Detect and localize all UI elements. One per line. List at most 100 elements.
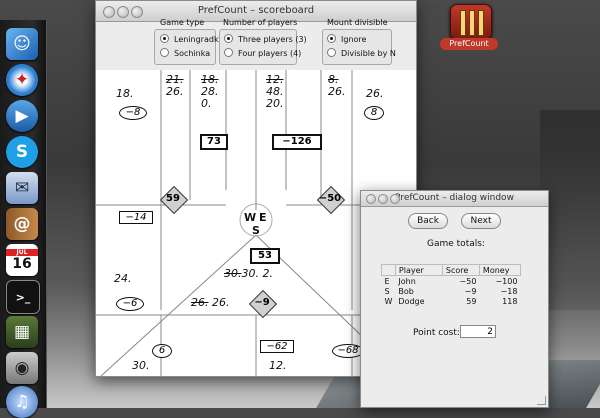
row-score: −50 — [459, 276, 477, 286]
address-book-icon[interactable]: @ — [6, 208, 38, 240]
west-score-1: 18. — [116, 87, 134, 100]
radio-divisible[interactable]: Divisible by N — [327, 48, 396, 58]
diamond-value: 59 — [166, 193, 180, 204]
mount-title: Mount divisible — [327, 18, 388, 27]
row-money: −18 — [500, 286, 518, 296]
header-money: Money — [478, 264, 521, 276]
row-money: 118 — [502, 296, 518, 306]
totals-table: Player Score Money E John −50 −100 S Bob… — [381, 264, 521, 306]
south-pool-row: 26. 26. — [191, 296, 230, 309]
south-mount-rest: 30. 2. — [241, 267, 274, 280]
zoom-button[interactable] — [390, 194, 400, 204]
table-row: E John −50 −100 — [382, 276, 521, 287]
players-title: Number of players — [223, 18, 298, 27]
game-type-title: Game type — [160, 18, 205, 27]
south-mount-row: 30.30. 2. — [224, 267, 273, 280]
calendar-month: JUL — [6, 248, 38, 256]
radio-empty-icon — [224, 48, 233, 57]
terminal-icon[interactable]: >_ — [6, 280, 40, 314]
iphoto-icon[interactable]: ◉ — [6, 352, 38, 384]
south-pool-rest: 26. — [212, 296, 230, 309]
south-left-oval: −6 — [116, 297, 144, 311]
south-left-value: 24. — [114, 272, 132, 285]
zoom-button[interactable] — [131, 6, 143, 18]
east-mount-box: −126 — [272, 134, 322, 150]
radio-selected-icon — [327, 34, 336, 43]
radio-empty-icon — [327, 48, 336, 57]
close-button[interactable] — [366, 194, 376, 204]
dock: ☺ ✦ ▶ S ✉ @ JUL 16 >_ ▦ ◉ ♫ — [0, 20, 47, 418]
radio-ignore[interactable]: Ignore — [327, 34, 366, 44]
minimize-button[interactable] — [117, 6, 129, 18]
skype-icon[interactable]: S — [6, 136, 38, 168]
radio-label: Three players (3) — [238, 35, 307, 44]
calendar-icon[interactable]: JUL 16 — [6, 244, 38, 276]
table-row: W Dodge 59 118 — [382, 296, 521, 306]
row-money: −100 — [495, 276, 518, 286]
prefcount-app-icon[interactable] — [450, 4, 492, 40]
dialog-title: PrefCount – dialog window — [395, 193, 514, 203]
radio-label: Ignore — [341, 35, 367, 44]
west-negative-box: −14 — [119, 211, 153, 224]
radio-label: Leningradka — [174, 35, 224, 44]
east-whist-oval: 8 — [364, 106, 384, 120]
game-totals-label: Game totals: — [427, 239, 485, 249]
row-seat: W — [384, 296, 393, 306]
south-negative-box: −62 — [260, 340, 294, 353]
compass-west: W — [244, 211, 257, 224]
radio-empty-icon — [160, 48, 169, 57]
back-button[interactable]: Back — [408, 213, 448, 229]
west-whist-oval: −8 — [119, 106, 147, 120]
west-mount-box: 73 — [200, 134, 228, 150]
diamond-value: −50 — [318, 193, 342, 204]
itunes-icon[interactable]: ♫ — [6, 386, 38, 418]
close-button[interactable] — [103, 6, 115, 18]
header-player: Player — [394, 264, 443, 276]
east-score-4: 26. — [366, 87, 384, 100]
desktop-skyline — [540, 110, 600, 310]
radio-selected-icon — [160, 34, 169, 43]
row-player: John — [398, 276, 416, 286]
header-score: Score — [441, 264, 480, 276]
resize-grip-icon[interactable] — [537, 396, 546, 405]
south-bottom-left-value: 30. — [132, 359, 150, 372]
next-button[interactable]: Next — [461, 213, 501, 229]
prefcount-app-label[interactable]: PrefCount — [440, 38, 498, 50]
dialog-titlebar[interactable]: PrefCount – dialog window — [361, 191, 548, 207]
radio-selected-icon — [224, 34, 233, 43]
safari-icon[interactable]: ✦ — [6, 64, 38, 96]
radio-leningradka[interactable]: Leningradka — [160, 34, 223, 44]
row-seat: E — [384, 276, 390, 286]
radio-label: Four players (4) — [238, 49, 302, 58]
radio-label: Sochinka — [174, 49, 211, 58]
mail-icon[interactable]: ✉ — [6, 172, 38, 204]
south-bottom-left-oval: 6 — [152, 344, 172, 358]
south-pool-struck: 26. — [191, 296, 209, 309]
point-cost-input[interactable] — [460, 325, 496, 338]
row-player: Bob — [398, 286, 414, 296]
table-row: S Bob −9 −18 — [382, 286, 521, 296]
compass-south: S — [252, 224, 260, 237]
row-seat: S — [384, 286, 390, 296]
radio-four-players[interactable]: Four players (4) — [224, 48, 301, 58]
radio-three-players[interactable]: Three players (3) — [224, 34, 307, 44]
south-mount-struck: 30. — [224, 267, 242, 280]
facetime-icon[interactable]: ▶ — [6, 100, 38, 132]
minimize-button[interactable] — [378, 194, 388, 204]
east-score-2: 20. — [266, 97, 284, 110]
header-seat — [381, 264, 396, 276]
point-cost-label: Point cost: — [413, 328, 460, 338]
west-score-4: 0. — [201, 97, 212, 110]
photo-icon[interactable]: ▦ — [6, 316, 38, 348]
west-diamond: 59 — [159, 185, 189, 215]
east-diamond: −50 — [316, 185, 346, 215]
row-player: Dodge — [398, 296, 425, 306]
calendar-day: 16 — [12, 255, 32, 272]
south-bottom-mid-value: 12. — [269, 359, 287, 372]
east-score-3: 26. — [328, 85, 346, 98]
table-header-row: Player Score Money — [381, 264, 521, 276]
west-score-2: 26. — [166, 85, 184, 98]
finder-icon[interactable]: ☺ — [6, 28, 38, 60]
radio-sochinka[interactable]: Sochinka — [160, 48, 210, 58]
dialog-window: PrefCount – dialog window Back Next Game… — [360, 190, 549, 408]
